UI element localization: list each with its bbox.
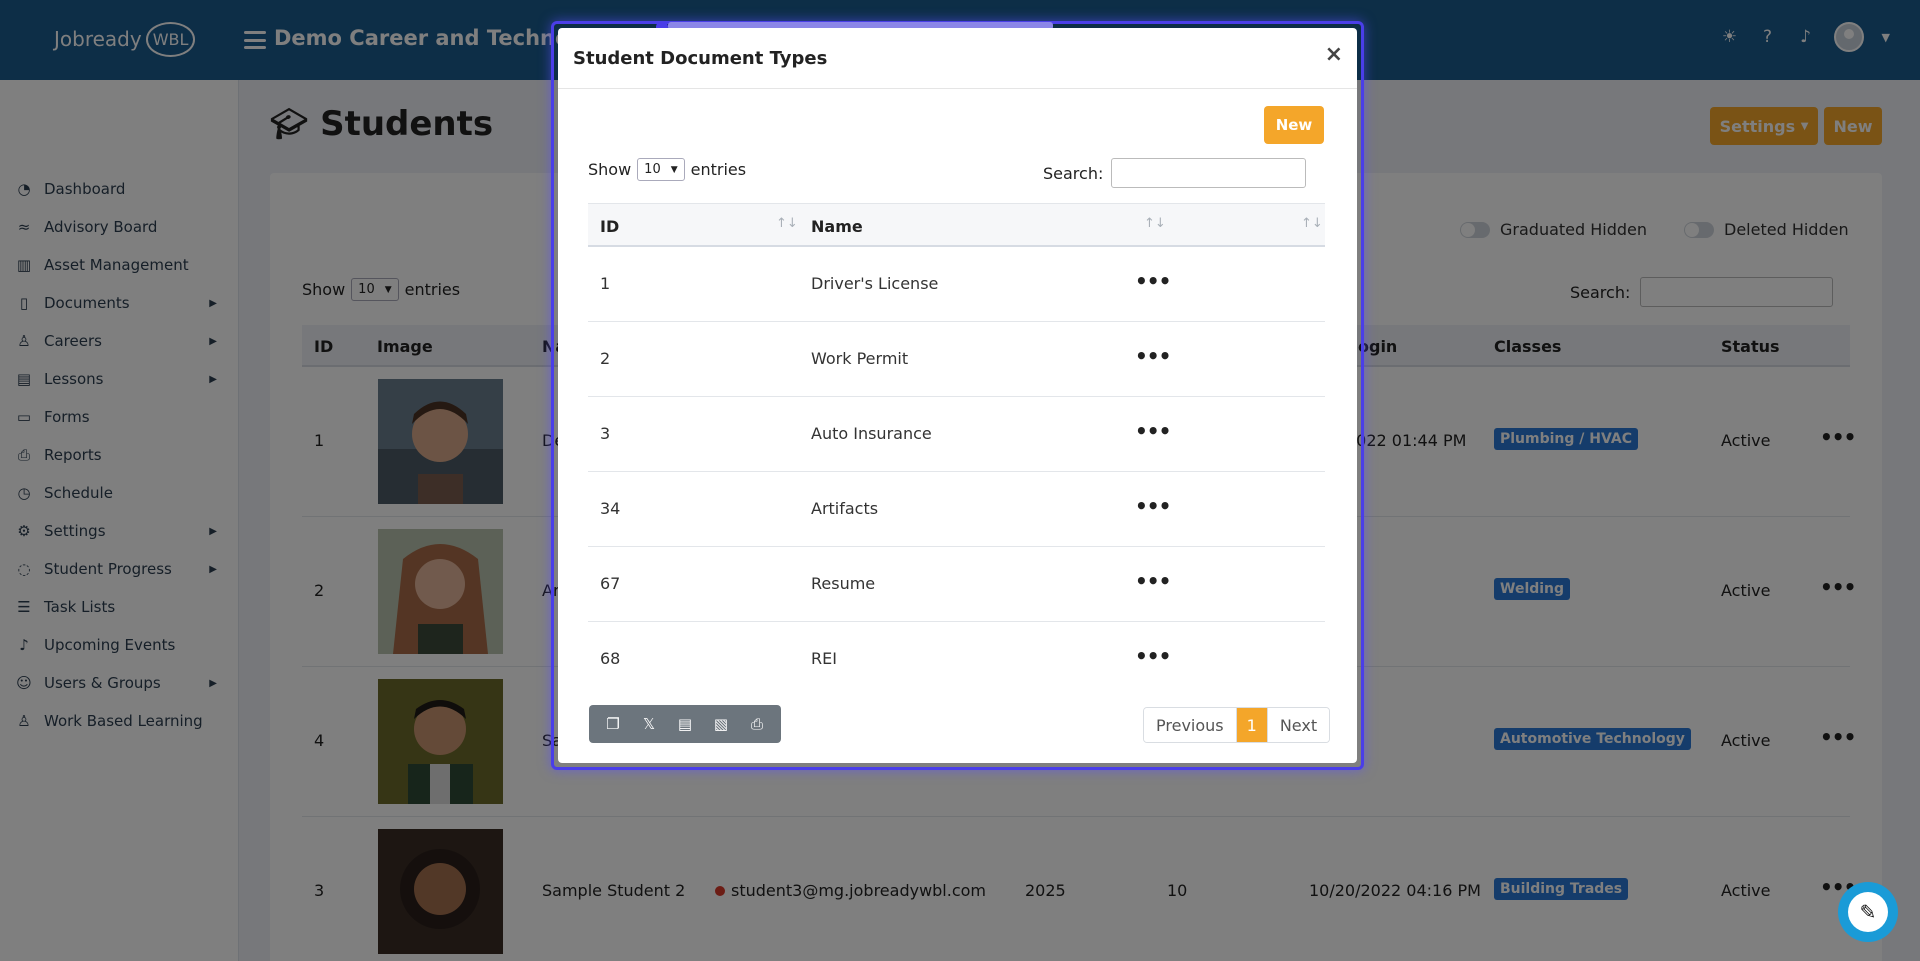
col-id[interactable]: ID — [600, 217, 619, 236]
close-icon[interactable]: × — [1325, 42, 1343, 67]
modal-table-header: ID ↑↓ Name ↑↓ ↑↓ — [588, 203, 1325, 247]
entries-select[interactable]: 10 ▼ — [637, 158, 685, 181]
modal-title: Student Document Types — [573, 48, 828, 69]
row-id: 1 — [600, 274, 611, 293]
row-id: 34 — [600, 499, 621, 518]
copy-icon[interactable]: ❐ — [600, 711, 626, 737]
row-id: 2 — [600, 349, 611, 368]
row-id: 3 — [600, 424, 611, 443]
row-name: Artifacts — [811, 499, 879, 518]
table-row[interactable]: 1 Driver's License ••• — [588, 247, 1325, 322]
row-id: 68 — [600, 649, 621, 668]
modal-header: Student Document Types × — [558, 28, 1357, 89]
excel-icon[interactable]: 𝕏 — [636, 711, 662, 737]
row-actions-icon[interactable]: ••• — [1135, 419, 1171, 443]
sort-icon[interactable]: ↑↓ — [776, 216, 798, 231]
chat-icon: ✎ — [1848, 892, 1888, 932]
show-label: Show — [588, 160, 632, 179]
table-row[interactable]: 34 Artifacts ••• — [588, 472, 1325, 547]
chat-widget-button[interactable]: ✎ — [1838, 882, 1898, 942]
row-actions-icon[interactable]: ••• — [1135, 344, 1171, 368]
pagination: Previous 1 Next — [1143, 707, 1331, 743]
row-name: Auto Insurance — [811, 424, 932, 443]
table-row[interactable]: 3 Auto Insurance ••• — [588, 397, 1325, 472]
row-name: REI — [811, 649, 837, 668]
row-name: Resume — [811, 574, 876, 593]
row-actions-icon[interactable]: ••• — [1135, 269, 1171, 293]
row-actions-icon[interactable]: ••• — [1135, 644, 1171, 668]
previous-page-button[interactable]: Previous — [1144, 708, 1237, 742]
search-label: Search: — [1043, 163, 1104, 183]
col-name[interactable]: Name — [811, 217, 863, 236]
chevron-down-icon: ▼ — [670, 164, 678, 175]
row-actions-icon[interactable]: ••• — [1135, 494, 1171, 518]
row-id: 67 — [600, 574, 621, 593]
sort-icon[interactable]: ↑↓ — [1301, 216, 1323, 231]
document-types-modal: Student Document Types × New Show 10 ▼ en… — [558, 28, 1357, 763]
row-actions-icon[interactable]: ••• — [1135, 569, 1171, 593]
search-input[interactable] — [1111, 158, 1307, 188]
entries-label: entries — [690, 160, 747, 179]
row-name: Work Permit — [811, 349, 909, 368]
export-button-group: ❐ 𝕏 ▤ ▧ ⎙ — [589, 705, 781, 743]
table-row[interactable]: 67 Resume ••• — [588, 547, 1325, 622]
row-name: Driver's License — [811, 274, 939, 293]
page-1-button[interactable]: 1 — [1236, 708, 1267, 742]
new-document-type-button[interactable]: New — [1264, 106, 1324, 144]
pdf-icon[interactable]: ▧ — [708, 711, 734, 737]
csv-icon[interactable]: ▤ — [672, 711, 698, 737]
modal-entries-control: Show 10 ▼ entries — [588, 158, 746, 181]
sort-icon[interactable]: ↑↓ — [1144, 216, 1166, 231]
table-row[interactable]: 2 Work Permit ••• — [588, 322, 1325, 397]
next-page-button[interactable]: Next — [1266, 708, 1330, 742]
modal-search: Search: — [1043, 158, 1307, 188]
table-row[interactable]: 68 REI ••• — [588, 622, 1325, 697]
print-icon[interactable]: ⎙ — [744, 711, 770, 737]
entries-value: 10 — [644, 162, 661, 177]
